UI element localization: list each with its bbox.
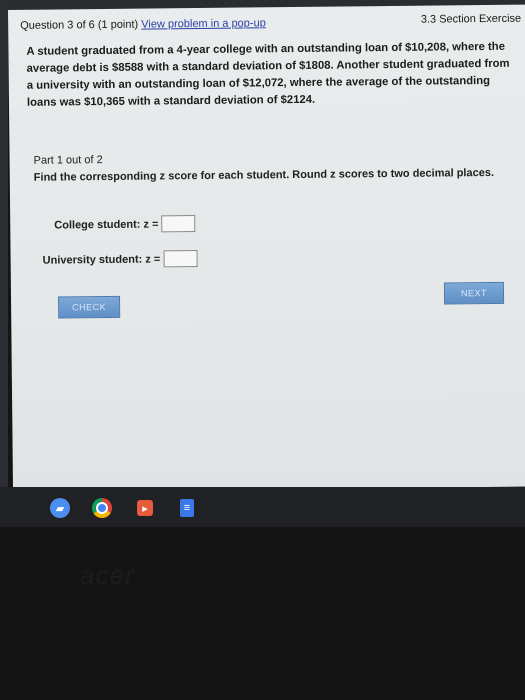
- screen-left-edge: [0, 0, 8, 500]
- question-header: Question 3 of 6 (1 point) View problem i…: [20, 13, 521, 36]
- college-row: College student: z =: [54, 215, 196, 233]
- university-row: University student: z =: [43, 250, 198, 269]
- screen: Question 3 of 6 (1 point) View problem i…: [8, 4, 525, 492]
- part-label: Part 1 out of 2: [33, 154, 103, 167]
- play-store-icon[interactable]: ▸: [137, 500, 153, 516]
- check-button[interactable]: CHECK: [58, 295, 121, 319]
- university-z-input[interactable]: [163, 250, 198, 268]
- view-popup-link[interactable]: View problem in a pop-up: [141, 17, 266, 30]
- taskbar-shelf: [0, 487, 525, 527]
- college-z-input[interactable]: [161, 215, 196, 233]
- acer-logo: acer: [80, 560, 135, 590]
- part-instructions: Find the corresponding z score for each …: [33, 166, 495, 184]
- question-points: (1 point): [97, 18, 139, 32]
- section-title: 3.3 Section Exercise: [420, 12, 522, 26]
- question-counter: Question 3 of 6: [20, 19, 95, 32]
- chrome-icon[interactable]: [92, 498, 112, 518]
- college-label: College student: z =: [54, 217, 159, 232]
- laptop-lower-bezel: [0, 527, 525, 700]
- next-button[interactable]: NEXT: [443, 281, 505, 305]
- university-label: University student: z =: [42, 252, 161, 267]
- question-info: Question 3 of 6 (1 point) View problem i…: [20, 17, 266, 32]
- docs-icon[interactable]: ≡: [180, 499, 194, 517]
- files-icon[interactable]: ▰: [50, 498, 70, 518]
- problem-text: A student graduated from a 4-year colleg…: [26, 40, 510, 109]
